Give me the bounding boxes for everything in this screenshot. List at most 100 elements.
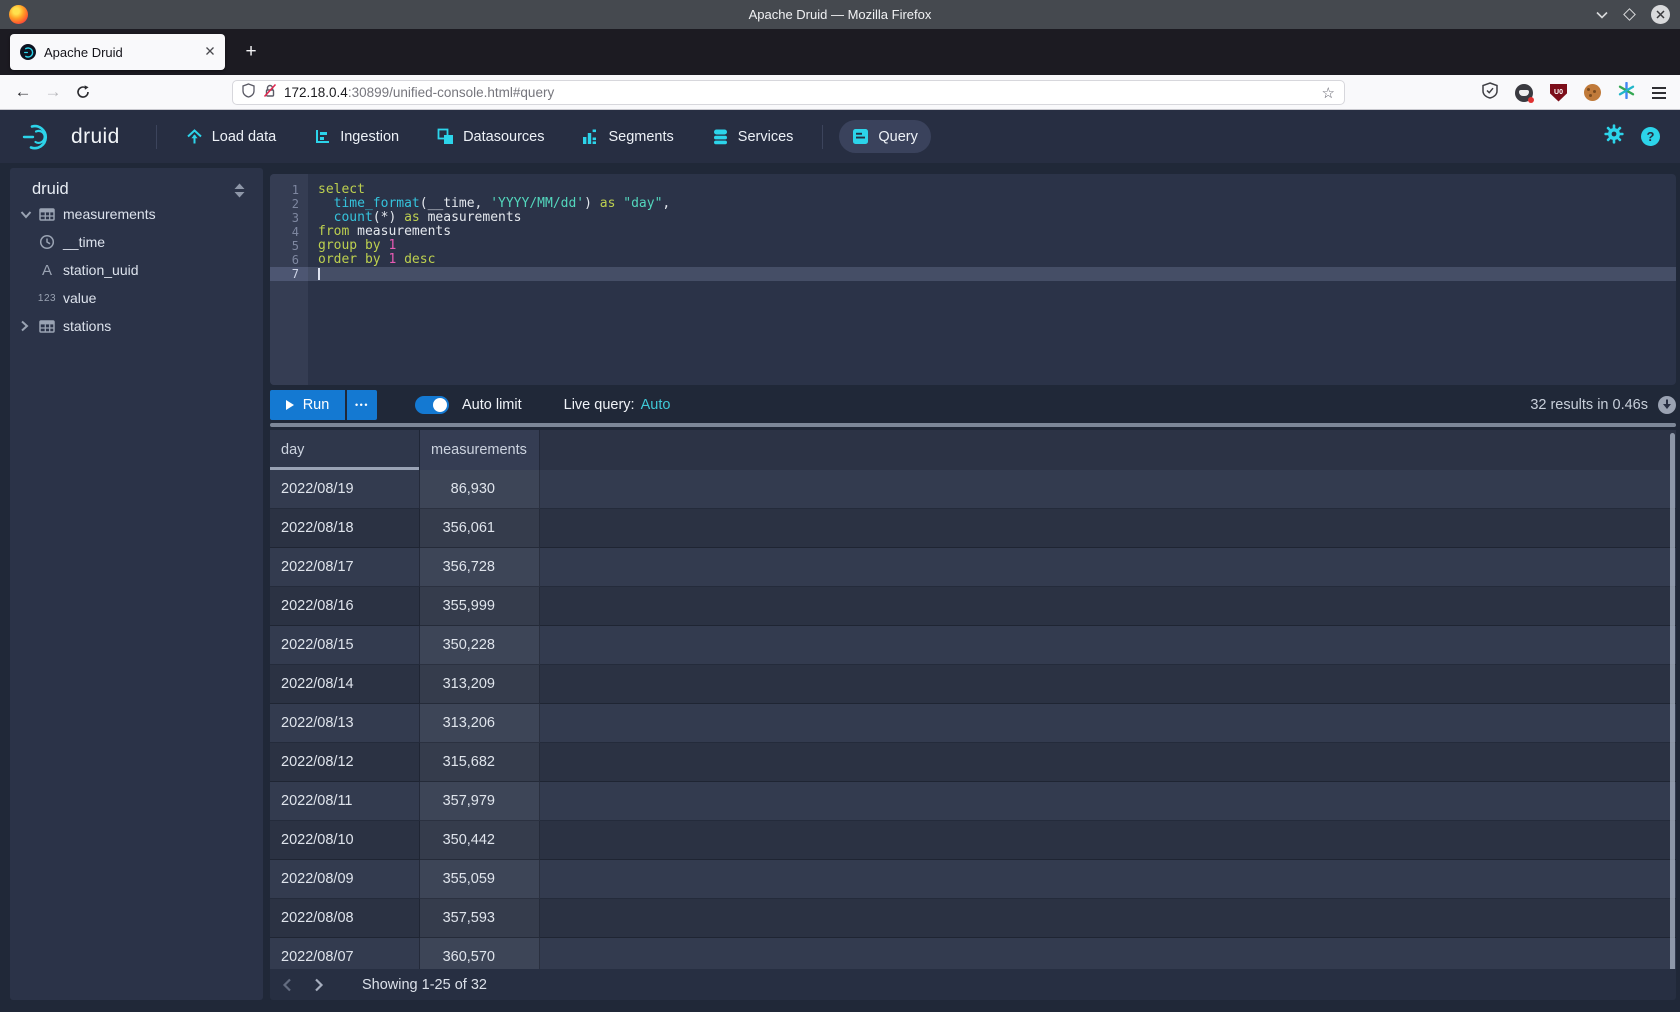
query-icon <box>852 128 869 145</box>
bookmark-star-icon[interactable]: ☆ <box>1322 84 1335 102</box>
table-row: 2022/08/14313,209 <box>270 665 1676 704</box>
table-row: 2022/08/17356,728 <box>270 548 1676 587</box>
tree-item-station-uuid[interactable]: A station_uuid <box>10 256 263 284</box>
reload-button[interactable] <box>68 79 98 105</box>
table-row: 2022/08/11357,979 <box>270 782 1676 821</box>
services-icon <box>712 128 729 145</box>
cell-measurements[interactable]: 313,206 <box>420 704 540 743</box>
cell-day[interactable]: 2022/08/11 <box>270 782 420 821</box>
cell-measurements[interactable]: 355,999 <box>420 587 540 626</box>
line-number: 7 <box>270 267 308 281</box>
cell-measurements[interactable]: 355,059 <box>420 860 540 899</box>
url-bar[interactable]: 172.18.0.4:30899/unified-console.html#qu… <box>232 80 1345 105</box>
resize-handle[interactable] <box>270 423 1676 427</box>
ingestion-icon <box>314 128 331 145</box>
cell-measurements[interactable]: 313,209 <box>420 665 540 704</box>
insecure-lock-icon[interactable] <box>263 83 277 103</box>
previous-page-icon[interactable] <box>272 969 302 1000</box>
editor-code-area[interactable]: select time_format(__time, 'YYYY/MM/dd')… <box>308 174 1676 385</box>
cell-day[interactable]: 2022/08/07 <box>270 938 420 969</box>
segments-icon <box>582 128 599 145</box>
nav-services[interactable]: Services <box>699 120 807 153</box>
chevron-down-icon[interactable] <box>20 210 32 219</box>
cell-day[interactable]: 2022/08/12 <box>270 743 420 782</box>
column-header-measurements[interactable]: measurements <box>420 430 540 470</box>
code-line[interactable]: from measurements <box>308 225 1676 239</box>
nav-datasources[interactable]: Datasources <box>424 120 557 153</box>
tree-label: station_uuid <box>63 262 139 278</box>
nav-ingestion[interactable]: Ingestion <box>301 120 412 153</box>
extension-cookie-icon[interactable] <box>1584 84 1601 101</box>
nav-label: Load data <box>212 129 277 145</box>
cell-day[interactable]: 2022/08/15 <box>270 626 420 665</box>
nav-label: Services <box>738 129 794 145</box>
run-label: Run <box>303 397 330 413</box>
menu-hamburger-icon[interactable] <box>1652 87 1666 99</box>
live-query-value[interactable]: Auto <box>641 397 671 413</box>
help-icon[interactable]: ? <box>1641 127 1660 146</box>
back-button[interactable]: ← <box>8 79 38 105</box>
table-row: 2022/08/10350,442 <box>270 821 1676 860</box>
run-more-button[interactable]: ••• <box>347 390 377 420</box>
cell-day[interactable]: 2022/08/17 <box>270 548 420 587</box>
nav-segments[interactable]: Segments <box>569 120 686 153</box>
cell-measurements[interactable]: 350,442 <box>420 821 540 860</box>
editor-gutter: 1234567 <box>270 174 308 385</box>
table-row: 2022/08/15350,228 <box>270 626 1676 665</box>
extension-shield-icon[interactable] <box>1482 82 1498 104</box>
window-title: Apache Druid — Mozilla Firefox <box>0 7 1680 22</box>
tree-item-stations[interactable]: stations <box>10 312 263 340</box>
cell-measurements[interactable]: 350,228 <box>420 626 540 665</box>
auto-limit-toggle[interactable] <box>415 396 449 414</box>
window-minimize-icon[interactable] <box>1596 6 1608 24</box>
code-line[interactable]: group by 1 <box>308 239 1676 253</box>
cell-day[interactable]: 2022/08/16 <box>270 587 420 626</box>
cell-day[interactable]: 2022/08/14 <box>270 665 420 704</box>
cell-filler <box>540 782 1676 821</box>
cell-measurements[interactable]: 357,593 <box>420 899 540 938</box>
run-button[interactable]: Run <box>270 390 345 420</box>
browser-tab[interactable]: Apache Druid <box>10 34 225 70</box>
nav-load-data[interactable]: Load data <box>173 120 290 153</box>
code-line[interactable]: count(*) as measurements <box>308 211 1676 225</box>
cell-day[interactable]: 2022/08/10 <box>270 821 420 860</box>
cell-measurements[interactable]: 315,682 <box>420 743 540 782</box>
chevron-right-icon[interactable] <box>20 320 32 332</box>
cell-day[interactable]: 2022/08/09 <box>270 860 420 899</box>
cell-day[interactable]: 2022/08/18 <box>270 509 420 548</box>
forward-button[interactable]: → <box>38 79 68 105</box>
settings-gear-icon[interactable] <box>1604 124 1624 149</box>
cell-measurements[interactable]: 356,061 <box>420 509 540 548</box>
cell-day[interactable]: 2022/08/13 <box>270 704 420 743</box>
cell-measurements[interactable]: 360,570 <box>420 938 540 969</box>
new-tab-button[interactable]: + <box>238 39 264 65</box>
next-page-icon[interactable] <box>304 969 334 1000</box>
extension-mask-icon[interactable] <box>1515 84 1533 102</box>
code-line[interactable]: select <box>308 183 1676 197</box>
column-header-day[interactable]: day <box>270 430 420 470</box>
tab-close-icon[interactable] <box>205 43 215 61</box>
extension-ublock-icon[interactable]: U0 <box>1550 84 1567 102</box>
url-host: 172.18.0.4 <box>284 85 348 100</box>
pagination-bar: Showing 1-25 of 32 <box>270 969 1676 1000</box>
tracking-shield-icon[interactable] <box>242 83 255 103</box>
window-close-icon[interactable] <box>1651 5 1670 24</box>
tree-item-measurements[interactable]: measurements <box>10 200 263 228</box>
tree-item-time[interactable]: __time <box>10 228 263 256</box>
extension-asterisk-icon[interactable] <box>1618 82 1635 104</box>
nav-query[interactable]: Query <box>839 120 931 153</box>
cell-measurements[interactable]: 357,979 <box>420 782 540 821</box>
code-line[interactable]: order by 1 desc <box>308 253 1676 267</box>
window-maximize-icon[interactable] <box>1623 8 1636 21</box>
sql-editor[interactable]: 1234567 select time_format(__time, 'YYYY… <box>270 174 1676 385</box>
cell-measurements[interactable]: 356,728 <box>420 548 540 587</box>
cell-day[interactable]: 2022/08/19 <box>270 470 420 509</box>
cell-measurements[interactable]: 86,930 <box>420 470 540 509</box>
code-line[interactable]: time_format(__time, 'YYYY/MM/dd') as "da… <box>308 197 1676 211</box>
tree-item-value[interactable]: 123 value <box>10 284 263 312</box>
download-icon[interactable] <box>1658 396 1676 414</box>
code-line[interactable] <box>308 267 1676 281</box>
cell-day[interactable]: 2022/08/08 <box>270 899 420 938</box>
vertical-scrollbar[interactable] <box>1670 433 1675 997</box>
druid-logo[interactable]: druid <box>20 122 120 152</box>
